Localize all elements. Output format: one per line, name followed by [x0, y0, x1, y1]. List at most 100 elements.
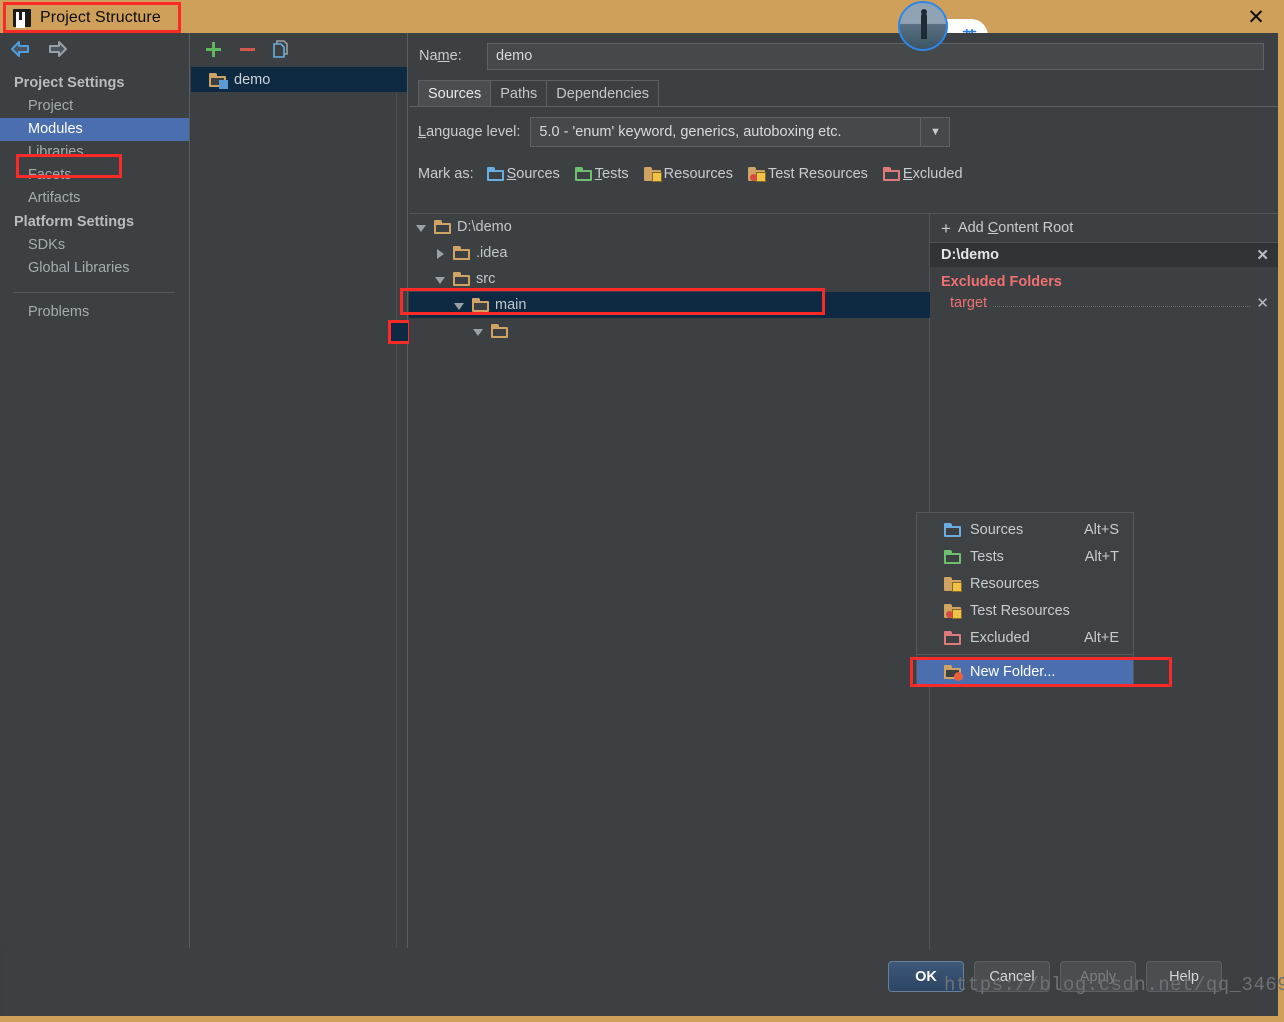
tree-row[interactable]: [409, 318, 929, 344]
folder-sources-icon: [944, 522, 961, 537]
mark-as-resources-button[interactable]: Resources: [643, 166, 733, 182]
sidebar-item-artifacts[interactable]: Artifacts: [0, 187, 189, 210]
arrow-left-icon[interactable]: [8, 40, 32, 58]
language-level-mnemonic: L: [418, 124, 427, 140]
window-border-right: [1278, 33, 1284, 1022]
mark-as-test-resources-button[interactable]: Test Resources: [747, 166, 868, 182]
modules-scroll-highlight-box: [388, 320, 411, 344]
add-root-mnemonic: C: [987, 220, 999, 236]
sidebar-list: Project Settings Project Modules Librari…: [0, 65, 189, 324]
mark-as-context-menu: Sources Alt+S Tests Alt+T Resources Test…: [910, 512, 1172, 687]
folder-icon: [453, 272, 470, 286]
watermark-text: https://blog.csdn.net/qq_34691713: [944, 974, 1284, 996]
excluded-folder-label: target: [950, 295, 988, 311]
folder-resources-icon: [944, 576, 962, 592]
context-menu-label: Tests: [970, 548, 1004, 565]
name-label-mnemonic: m: [437, 48, 450, 64]
sidebar-item-libraries[interactable]: Libraries: [0, 141, 189, 164]
context-menu-item-excluded[interactable]: Excluded Alt+E: [917, 624, 1133, 651]
tree-row[interactable]: D:\demo: [409, 214, 929, 240]
tree-row[interactable]: src: [409, 266, 929, 292]
language-level-row: Language level: 5.0 - 'enum' keyword, ge…: [409, 107, 1278, 157]
language-level-select[interactable]: 5.0 - 'enum' keyword, generics, autoboxi…: [530, 117, 951, 147]
mark-as-tests-button[interactable]: Tests: [574, 166, 629, 182]
sidebar-item-project[interactable]: Project: [0, 95, 189, 118]
tab-sources[interactable]: Sources: [418, 80, 492, 106]
tree-row-label: main: [495, 297, 527, 313]
module-item-demo[interactable]: demo: [191, 67, 407, 92]
context-menu-label: Excluded: [970, 629, 1030, 646]
context-menu-shortcut: Alt+S: [1083, 521, 1119, 538]
language-level-value: 5.0 - 'enum' keyword, generics, autoboxi…: [539, 124, 842, 140]
mark-as-excluded-button[interactable]: Excluded: [882, 166, 963, 182]
folder-resources-icon: [643, 167, 662, 182]
add-module-icon[interactable]: [203, 39, 223, 59]
sidebar-item-facets[interactable]: Facets: [0, 164, 189, 187]
excluded-folders-title: Excluded Folders: [941, 274, 1062, 290]
source-folder-tree: D:\demo .idea src main Sources Alt+S Tes…: [400, 214, 1172, 949]
context-menu-label: Sources: [970, 521, 1024, 538]
tree-row-label: D:\demo: [457, 219, 512, 235]
context-menu-item-resources[interactable]: Resources: [917, 570, 1133, 597]
add-content-root-button[interactable]: + Add Content Root: [930, 214, 1278, 243]
mark-excluded-mnemonic: E: [902, 166, 913, 182]
mark-as-sources-button[interactable]: Sources: [486, 166, 560, 182]
add-root-label-prefix: Add: [957, 220, 988, 236]
context-menu-shortcut: Alt+E: [1083, 629, 1119, 646]
context-menu-shortcut: Alt+T: [1084, 548, 1119, 565]
tree-row[interactable]: .idea: [409, 240, 929, 266]
name-label-prefix: Na: [419, 48, 438, 64]
folder-icon: [491, 324, 508, 338]
folder-tests-icon: [574, 167, 592, 181]
tree-row-main[interactable]: main: [409, 292, 930, 318]
module-folder-icon: [209, 72, 228, 89]
context-menu-item-sources[interactable]: Sources Alt+S: [917, 516, 1133, 543]
module-editor-panel: Name: Sources Paths Dependencies Languag…: [400, 33, 1278, 949]
module-name-label: Name:: [419, 48, 475, 64]
content-root-path: D:\demo: [941, 247, 999, 263]
module-name-row: Name:: [409, 33, 1278, 79]
folder-test-resources-icon: [944, 603, 962, 619]
sidebar-item-sdks[interactable]: SDKs: [0, 234, 189, 257]
modules-toolbar: [191, 33, 407, 65]
module-name-input[interactable]: [487, 42, 1264, 70]
chevron-down-icon[interactable]: [472, 325, 485, 338]
mark-resources-mnemonic: R: [663, 166, 675, 182]
chevron-right-icon[interactable]: [434, 247, 447, 260]
context-menu-item-new-folder[interactable]: New Folder...: [917, 658, 1133, 685]
content-root-header: D:\demo ✕: [930, 243, 1278, 267]
remove-module-icon[interactable]: [237, 39, 257, 59]
chevron-down-icon[interactable]: ▼: [920, 118, 950, 146]
tab-dependencies[interactable]: Dependencies: [546, 80, 660, 106]
excluded-folder-item[interactable]: target ✕: [930, 292, 1278, 314]
folder-excluded-icon: [882, 167, 900, 181]
mark-as-label: Mark as:: [418, 166, 474, 182]
remove-excluded-folder-icon[interactable]: ✕: [1256, 296, 1269, 311]
remove-content-root-icon[interactable]: ✕: [1256, 248, 1269, 263]
window-title: Project Structure: [40, 8, 161, 26]
context-menu-item-test-resources[interactable]: Test Resources: [917, 597, 1133, 624]
sidebar-item-modules[interactable]: Modules: [0, 118, 189, 141]
chevron-down-icon[interactable]: [415, 221, 428, 234]
tab-paths[interactable]: Paths: [490, 80, 548, 106]
modules-panel: demo: [191, 33, 411, 948]
folder-sources-icon: [486, 167, 504, 181]
context-menu-item-tests[interactable]: Tests Alt+T: [917, 543, 1133, 570]
language-level-label: Language level:: [418, 124, 520, 140]
mark-tests-mnemonic: T: [594, 166, 603, 182]
sidebar-item-global-libraries[interactable]: Global Libraries: [0, 257, 189, 280]
chevron-down-icon[interactable]: [434, 273, 447, 286]
window-border-bottom: [0, 1016, 1284, 1022]
name-label-suffix: e:: [449, 48, 462, 64]
context-menu-label: Resources: [970, 575, 1040, 592]
context-menu-label: New Folder...: [970, 663, 1056, 680]
copy-module-icon[interactable]: [271, 39, 291, 59]
folder-tests-icon: [944, 549, 961, 564]
close-icon[interactable]: ✕: [1236, 3, 1276, 31]
sidebar-item-problems[interactable]: Problems: [0, 301, 189, 324]
settings-sidebar: Project Settings Project Modules Librari…: [0, 33, 190, 948]
tree-row-label: src: [476, 271, 496, 287]
chevron-down-icon[interactable]: [453, 299, 466, 312]
folder-icon: [472, 298, 489, 312]
mark-sources-mnemonic: S: [506, 166, 517, 182]
